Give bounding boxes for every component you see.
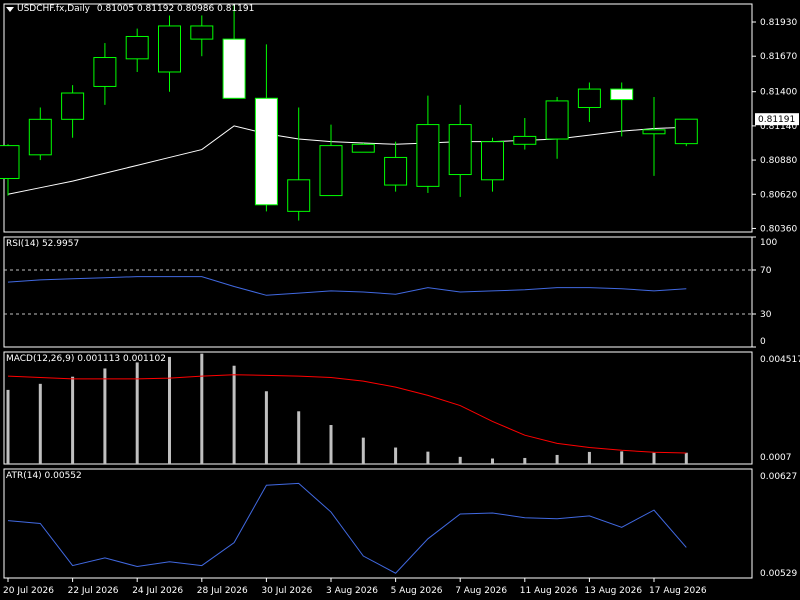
candle-body xyxy=(481,141,504,181)
trading-chart[interactable]: 0.819300.816700.814000.811400.808800.806… xyxy=(0,0,800,600)
candle-body xyxy=(0,145,20,179)
macd-histogram-bar xyxy=(71,376,75,464)
candle-body xyxy=(384,156,408,186)
time-axis-label: 28 Jul 2026 xyxy=(197,586,248,596)
atr-ytick-label: 0.00529 xyxy=(760,569,797,579)
macd-histogram-bar xyxy=(684,452,688,464)
chart-menu-arrow-icon[interactable] xyxy=(6,7,14,12)
rsi-ytick-label: 0 xyxy=(760,337,766,347)
macd-histogram-bar xyxy=(458,456,462,464)
candle-body xyxy=(674,118,698,145)
macd-histogram-bar xyxy=(329,425,333,464)
rsi-ytick-label: 70 xyxy=(760,266,772,276)
price-panel-title: USDCHF.fx,Daily 0.81005 0.81192 0.80986 … xyxy=(17,4,254,14)
time-axis-label: 11 Aug 2026 xyxy=(520,586,578,596)
candle-body xyxy=(448,124,472,176)
ohlc-values: 0.81005 0.81192 0.80986 0.81191 xyxy=(96,4,255,14)
macd-histogram-bar xyxy=(652,452,656,464)
macd-histogram-bar xyxy=(103,368,107,464)
price-panel-frame xyxy=(3,3,753,233)
time-axis-label: 7 Aug 2026 xyxy=(455,586,507,596)
time-axis-label: 13 Aug 2026 xyxy=(584,586,642,596)
macd-signal-line xyxy=(7,374,687,454)
atr-panel-title: ATR(14) 0.00552 xyxy=(6,471,82,481)
candle-body xyxy=(319,145,343,197)
candle-body xyxy=(513,135,537,145)
price-ytick-label: 0.81670 xyxy=(760,52,797,62)
candle-body xyxy=(416,124,440,187)
macd-ytick-label: 0.004517 xyxy=(760,355,800,365)
candle-body xyxy=(351,143,375,153)
price-ytick-label: 0.80880 xyxy=(760,156,797,166)
macd-histogram-bar xyxy=(587,451,591,464)
time-axis-label: 20 Jul 2026 xyxy=(3,586,54,596)
candle-body xyxy=(577,88,601,108)
time-axis-label: 5 Aug 2026 xyxy=(391,586,443,596)
macd-histogram-bar xyxy=(264,391,268,464)
rsi-ytick-label: 100 xyxy=(760,238,777,248)
candle-body xyxy=(642,129,666,135)
macd-histogram-bar xyxy=(361,437,365,464)
candle-body xyxy=(545,100,569,140)
macd-histogram-bar xyxy=(491,458,494,464)
candle-body xyxy=(610,88,634,101)
candle-body xyxy=(61,92,85,120)
macd-panel-title: MACD(12,26,9) 0.001113 0.001102 xyxy=(6,354,166,364)
candle-body xyxy=(93,57,117,87)
price-ytick-label: 0.81400 xyxy=(760,88,797,98)
last-price-label: 0.81191 xyxy=(758,115,795,125)
macd-histogram-bar xyxy=(6,389,10,464)
atr-line xyxy=(7,482,687,574)
price-ma-line xyxy=(7,125,687,195)
macd-histogram-bar xyxy=(523,457,527,464)
candle-body xyxy=(190,25,214,40)
candle-body xyxy=(28,118,52,156)
atr-panel-frame xyxy=(3,468,753,579)
macd-histogram-bar xyxy=(168,356,171,464)
price-ytick-label: 0.80620 xyxy=(760,190,797,200)
macd-histogram-bar xyxy=(135,362,139,464)
macd-histogram-bar xyxy=(297,411,301,464)
price-ytick-label: 0.80360 xyxy=(760,224,797,234)
time-axis-label: 30 Jul 2026 xyxy=(261,586,312,596)
candle-body xyxy=(254,97,278,206)
candle-body xyxy=(125,35,149,60)
candle-body xyxy=(158,25,181,73)
macd-panel-frame xyxy=(3,351,753,465)
atr-ytick-label: 0.00627 xyxy=(760,472,797,482)
macd-histogram-bar xyxy=(394,447,398,464)
time-axis-label: 24 Jul 2026 xyxy=(132,586,183,596)
macd-histogram-bar xyxy=(555,454,559,464)
macd-histogram-bar xyxy=(232,365,236,464)
macd-histogram-bar xyxy=(200,353,204,464)
time-axis-label: 17 Aug 2026 xyxy=(649,586,707,596)
candle-body xyxy=(287,179,311,212)
rsi-panel-title: RSI(14) 52.9957 xyxy=(6,239,80,249)
rsi-panel-frame xyxy=(3,236,753,348)
time-axis-label: 3 Aug 2026 xyxy=(326,586,378,596)
price-ytick-label: 0.81930 xyxy=(760,18,797,28)
macd-histogram-bar xyxy=(426,451,430,464)
rsi-ytick-label: 30 xyxy=(760,310,772,320)
macd-histogram-bar xyxy=(38,383,42,464)
candle-body xyxy=(222,38,246,99)
macd-ytick-label: 0.0007 xyxy=(760,453,792,463)
macd-histogram-bar xyxy=(620,451,624,464)
symbol-timeframe: USDCHF.fx,Daily xyxy=(17,4,91,14)
rsi-line xyxy=(7,276,687,296)
time-axis-label: 22 Jul 2026 xyxy=(68,586,119,596)
